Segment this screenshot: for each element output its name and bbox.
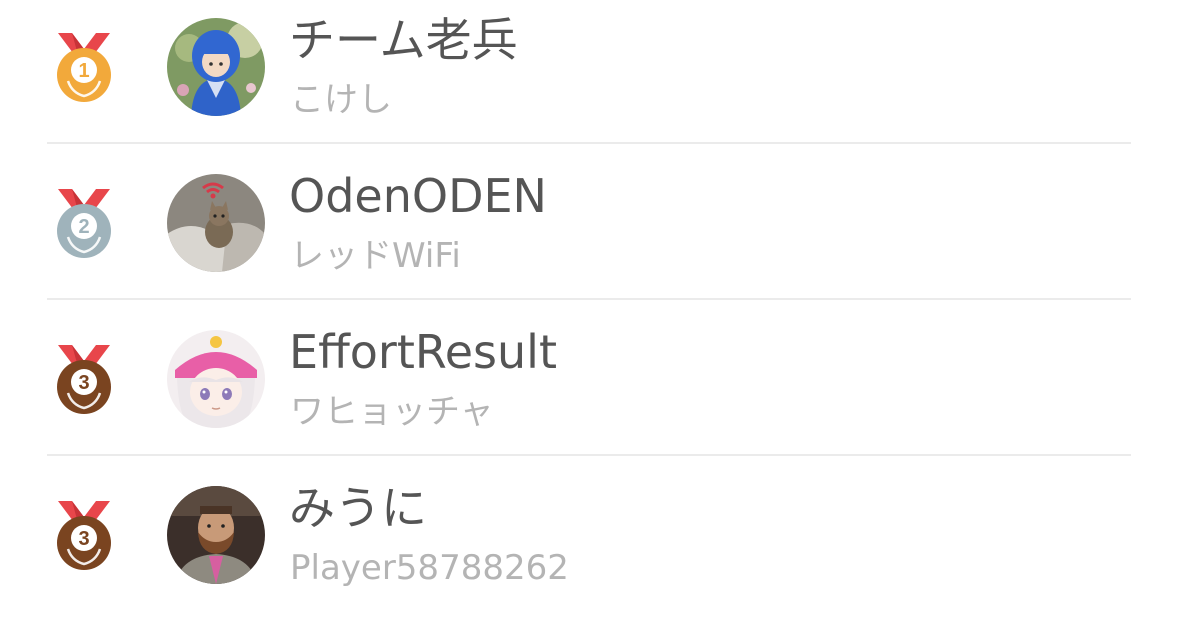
medal-rank-number: 3 xyxy=(78,528,89,550)
ranking-row[interactable]: 1 チーム老兵 こけし xyxy=(0,0,1179,156)
row-divider xyxy=(47,142,1131,144)
player-subtitle: レッドWiFi xyxy=(290,236,461,276)
medal-rank-number: 3 xyxy=(78,372,89,394)
ranking-list: 1 チーム老兵 こけし 2 OdenODEN レッドWiFi 3 EffortR… xyxy=(0,0,1179,604)
bronze-medal-icon: 3 xyxy=(57,501,111,570)
player-subtitle: こけし xyxy=(290,80,392,120)
player-subtitle: ワヒョッチャ xyxy=(290,392,494,432)
bronze-medal-icon: 3 xyxy=(57,345,111,414)
player-name: チーム老兵 xyxy=(289,13,518,67)
player-subtitle: Player58788262 xyxy=(290,548,569,588)
silver-medal-icon: 2 xyxy=(57,189,111,258)
ranking-row[interactable]: 3 EffortResult ワヒョッチャ xyxy=(0,312,1179,468)
gold-medal-icon: 1 xyxy=(57,33,111,102)
player-name: EffortResult xyxy=(289,325,557,379)
row-divider xyxy=(47,298,1131,300)
ranking-row[interactable]: 2 OdenODEN レッドWiFi xyxy=(0,156,1179,312)
player-name: OdenODEN xyxy=(289,169,547,223)
medal-rank-number: 1 xyxy=(78,60,89,82)
medal-rank-number: 2 xyxy=(78,216,89,238)
bearded-man-photo-avatar[interactable] xyxy=(167,486,265,584)
anime-girl-avatar[interactable] xyxy=(167,330,265,428)
kokeshi-doll-avatar[interactable] xyxy=(167,18,265,116)
cat-photo-avatar[interactable] xyxy=(167,174,265,272)
player-name: みうに xyxy=(289,481,427,535)
ranking-row[interactable]: 3 みうに Player58788262 xyxy=(0,468,1179,624)
row-divider xyxy=(47,454,1131,456)
